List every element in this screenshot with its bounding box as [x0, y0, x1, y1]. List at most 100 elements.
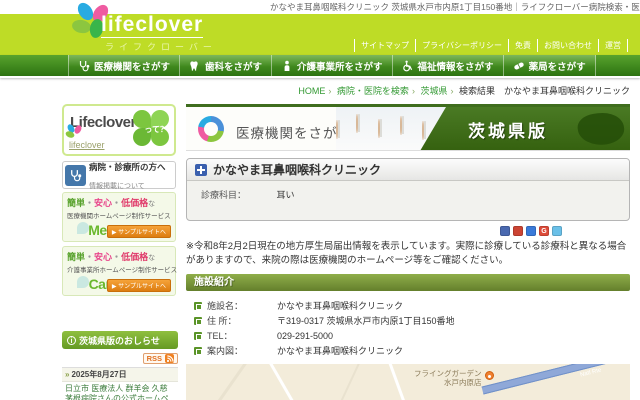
clinic-name: かなやま耳鼻咽喉科クリニック	[213, 161, 381, 178]
facility-section-title: 施設紹介	[186, 274, 630, 291]
breadcrumb: HOME› 病院・医院を検索› 茨城県› 検索結果 かなやま耳鼻咽喉科クリニック	[0, 84, 630, 97]
tab-label: 福祉情報をさがす	[418, 59, 494, 73]
bullet-icon	[194, 302, 202, 310]
share-icon-google[interactable]: G	[539, 226, 549, 236]
tab-welfare-search[interactable]: 福祉情報をさがす	[393, 55, 504, 76]
news-item-link[interactable]: 日立市 医療法人 群羊会 久慈茅根病院さんの公式ホームペ	[62, 382, 178, 400]
rss-label: RSS	[147, 354, 162, 363]
tab-label: 薬局をさがす	[529, 59, 586, 73]
catch-word: 安心	[94, 252, 112, 262]
share-icon-5[interactable]	[552, 226, 562, 236]
poi-label: フライングガーデン 水戸内原店	[414, 369, 482, 387]
map-road	[329, 364, 365, 400]
breadcrumb-separator: ›	[412, 86, 415, 96]
catch-word: 簡単	[67, 252, 85, 262]
logo-kana: ライフクローバー	[105, 40, 217, 53]
notice-text: ※令和8年2月2日現在の地方厚生局届出情報を表示しています。実際に診療している診…	[186, 240, 630, 268]
edition-banner: 茨城県版	[420, 107, 630, 151]
about-clover-label: って？	[144, 124, 168, 135]
tab-caregiving-search[interactable]: 介護事業所をさがす	[272, 55, 393, 76]
breadcrumb-home[interactable]: HOME	[298, 86, 325, 96]
catch-suffix: な	[148, 201, 155, 208]
leaf-icon	[77, 222, 89, 234]
about-mini-logo: lifeclover	[69, 140, 105, 150]
row-label: TEL：	[207, 329, 259, 342]
rss-button[interactable]: RSS	[143, 353, 178, 364]
sidebar-ad-careclips[interactable]: 簡単・安心・低価格な 介護事業所ホームページ制作サービス CareClips ▶…	[62, 246, 176, 296]
news-item-date: »2025年8月27日	[62, 367, 178, 382]
main-nav: 医療機関をさがす 歯科をさがす 介護事業所をさがす 福祉情報をさがす 薬局をさが…	[0, 55, 640, 78]
wheelchair-icon	[402, 60, 414, 72]
capsule-icon	[513, 60, 525, 72]
catch-word: 低価格	[121, 252, 148, 262]
banner-title: 医療機関をさがす	[236, 122, 352, 142]
tab-label: 医療機関をさがす	[94, 59, 170, 73]
row-label: 住 所：	[207, 314, 259, 327]
share-icon-2[interactable]	[513, 226, 523, 236]
mini-clover-icon	[66, 124, 82, 138]
tab-medical-search[interactable]: 医療機関をさがす	[68, 55, 180, 76]
breadcrumb-hospital-search[interactable]: 病院・医院を検索	[337, 86, 409, 96]
utility-link-contact[interactable]: お問い合わせ	[537, 39, 598, 52]
breadcrumb-separator: ›	[328, 86, 331, 96]
info-box-subtitle: 情報掲載について	[89, 183, 145, 190]
share-icon-1[interactable]	[500, 226, 510, 236]
department-value: 耳い	[277, 190, 295, 200]
mediclips-catch: 簡単・安心・低価格な	[67, 196, 171, 209]
info-icon: i	[67, 336, 76, 345]
row-value: かなやま耳鼻咽喉科クリニック	[277, 299, 403, 312]
hospital-icon	[195, 164, 207, 176]
department-label: 診療科目：	[201, 190, 246, 200]
catch-dot: ・	[112, 252, 121, 262]
map-canvas[interactable]: Natl Rte フライングガーデン 水戸内原店	[186, 364, 630, 400]
sidebar-about-lifeclover[interactable]: Lifeclover って？ lifeclover	[62, 104, 176, 156]
utility-link-disclaimer[interactable]: 免責	[508, 39, 537, 52]
map-anchor-link[interactable]: かなやま耳鼻咽喉科クリニック	[277, 344, 403, 357]
careclips-service-line: 介護事業所ホームページ制作サービス	[67, 264, 171, 274]
info-box-title: 病院・診療所の方へ	[89, 162, 166, 172]
row-label: 案内図：	[207, 344, 259, 357]
row-label: 施設名：	[207, 299, 259, 312]
sidebar-ad-mediclips[interactable]: 簡単・安心・低価格な 医療機関ホームページ制作サービス MediClips ▶ …	[62, 192, 176, 242]
mediclips-service-line: 医療機関ホームページ制作サービス	[67, 210, 171, 220]
catch-dot: ・	[85, 252, 94, 262]
leaf-icon	[77, 276, 89, 288]
mediclips-sample-button[interactable]: ▶ サンプルサイトへ	[107, 225, 171, 238]
catch-suffix: な	[148, 255, 155, 262]
catch-word: 簡単	[67, 198, 85, 208]
row-value: 029-291-5000	[277, 331, 333, 341]
map-road	[259, 364, 307, 400]
breadcrumb-ibaraki[interactable]: 茨城県	[420, 86, 447, 96]
utility-link-operator[interactable]: 運営	[598, 39, 628, 52]
utility-nav: サイトマップ プライバシーポリシー 免責 お問い合わせ 運営	[354, 39, 628, 52]
utility-link-privacy[interactable]: プライバシーポリシー	[415, 39, 508, 52]
swirl-logo-icon	[198, 116, 224, 142]
sidebar-item-for-hospitals[interactable]: 病院・診療所の方へ 情報掲載について	[62, 161, 176, 189]
stethoscope-icon	[65, 165, 86, 186]
map-poi[interactable]: フライングガーデン 水戸内原店	[414, 369, 494, 387]
clinic-card-header: かなやま耳鼻咽喉科クリニック	[187, 159, 629, 181]
table-row: TEL： 029-291-5000	[186, 328, 630, 343]
row-value: 〒319-0317 茨城県水戸市内原1丁目150番地	[277, 314, 455, 327]
tab-pharmacy-search[interactable]: 薬局をさがす	[504, 55, 596, 76]
news-section-header: i 茨城県版のおしらせ	[62, 331, 178, 349]
share-icon-3[interactable]	[526, 226, 536, 236]
map-highway	[482, 364, 630, 394]
clinic-card-body: 診療科目： 耳い	[187, 181, 629, 208]
restaurant-poi-icon	[485, 371, 494, 380]
catch-dot: ・	[85, 198, 94, 208]
tab-label: 介護事業所をさがす	[297, 59, 383, 73]
utility-link-sitemap[interactable]: サイトマップ	[354, 39, 415, 52]
breadcrumb-separator: ›	[450, 86, 453, 96]
careclips-sample-button[interactable]: ▶ サンプルサイトへ	[107, 279, 171, 292]
stethoscope-icon	[78, 60, 90, 72]
facility-table: 施設名： かなやま耳鼻咽喉科クリニック 住 所： 〒319-0317 茨城県水戸…	[186, 298, 630, 358]
clover-petal-icon	[71, 18, 92, 34]
table-row: 案内図： かなやま耳鼻咽喉科クリニック	[186, 343, 630, 358]
site-logo[interactable]: lifeclover ライフクローバー	[75, 2, 225, 54]
caregiver-icon	[281, 60, 293, 72]
bullet-icon	[194, 317, 202, 325]
page: かなやま耳鼻咽喉科クリニック 茨城県水戸市内原1丁目150番地｜ライフクローバー…	[0, 0, 640, 400]
breadcrumb-current: 検索結果 かなやま耳鼻咽喉科クリニック	[459, 86, 630, 96]
tab-dental-search[interactable]: 歯科をさがす	[180, 55, 272, 76]
